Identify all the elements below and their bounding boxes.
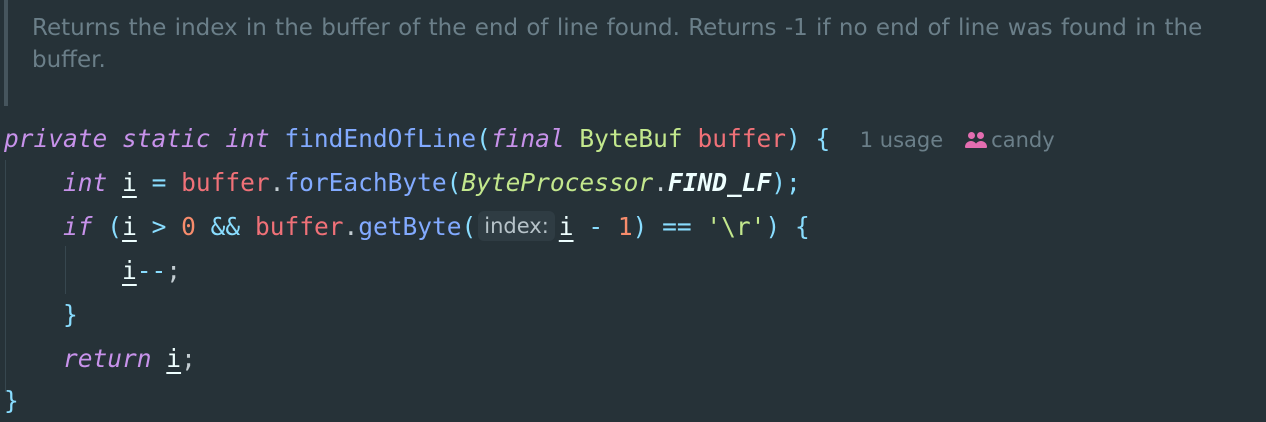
open-paren: ( [461,212,477,241]
keyword-if: if [63,212,93,241]
close-paren: ) [765,212,781,241]
author-codelens[interactable]: candy [991,128,1054,152]
dot: . [343,212,359,241]
receiver-buffer[interactable]: buffer [255,212,344,241]
number-one: 1 [617,212,633,241]
close-paren: ) [785,124,801,153]
variable-i[interactable]: i [559,212,574,241]
code-line-4[interactable]: } [4,293,78,337]
variable-i[interactable]: i [122,256,137,285]
users-icon [965,132,988,148]
method-name[interactable]: findEndOfLine [284,124,476,153]
open-paren: ( [107,212,123,241]
variable-i[interactable]: i [122,212,137,241]
method-call-forEachByte[interactable]: forEachByte [284,168,446,197]
parameter-hint-index: index: [478,211,555,241]
number-zero: 0 [181,212,196,241]
variable-i[interactable]: i [166,344,181,373]
code-line-5[interactable]: return i; [4,337,196,381]
char-literal: '\r' [706,212,766,241]
gt-operator: > [151,212,167,241]
code-line-1[interactable]: int i = buffer.forEachByte(ByteProcessor… [4,161,801,205]
keyword-private: private [4,124,108,153]
close-brace: } [63,300,78,329]
code-line-signature[interactable]: private static int findEndOfLine(final B… [4,117,1055,161]
doc-comment-gutter-bar [4,0,8,106]
usages-codelens[interactable]: 1 usage [860,128,943,152]
keyword-int: int [63,168,108,197]
open-brace: { [794,212,810,241]
variable-i[interactable]: i [122,168,137,197]
dot: . [653,168,668,197]
semicolon: ; [181,344,196,373]
doc-comment-text: Returns the index in the buffer of the e… [32,15,1211,73]
and-operator: && [210,212,241,241]
keyword-static: static [122,124,211,153]
doc-comment: Returns the index in the buffer of the e… [0,0,1266,108]
open-brace: { [815,124,831,153]
assign-operator: = [151,168,167,197]
param-type[interactable]: ByteBuf [579,124,682,153]
semicolon: ; [166,256,182,285]
close-paren: ) [632,212,648,241]
equals-operator: == [662,212,692,241]
constant-FIND_LF[interactable]: FIND_LF [668,168,771,197]
method-call-getByte[interactable]: getByte [358,212,461,241]
code-line-2[interactable]: if (i > 0 && buffer.getByte(index: i - 1)… [4,205,810,249]
receiver-buffer[interactable]: buffer [181,168,270,197]
keyword-final: final [490,124,565,153]
minus-operator: - [588,212,604,241]
open-paren: ( [446,168,462,197]
param-name[interactable]: buffer [697,124,786,153]
close-brace: } [4,386,19,415]
open-paren: ( [476,124,491,153]
close-paren-semicolon: ); [771,168,801,197]
class-ByteProcessor[interactable]: ByteProcessor [461,168,653,197]
decrement-operator: -- [136,256,167,285]
dot: . [269,168,285,197]
keyword-int: int [225,124,270,153]
code-line-6[interactable]: } [4,379,19,422]
code-line-3[interactable]: i--; [4,249,181,293]
keyword-return: return [63,344,152,373]
